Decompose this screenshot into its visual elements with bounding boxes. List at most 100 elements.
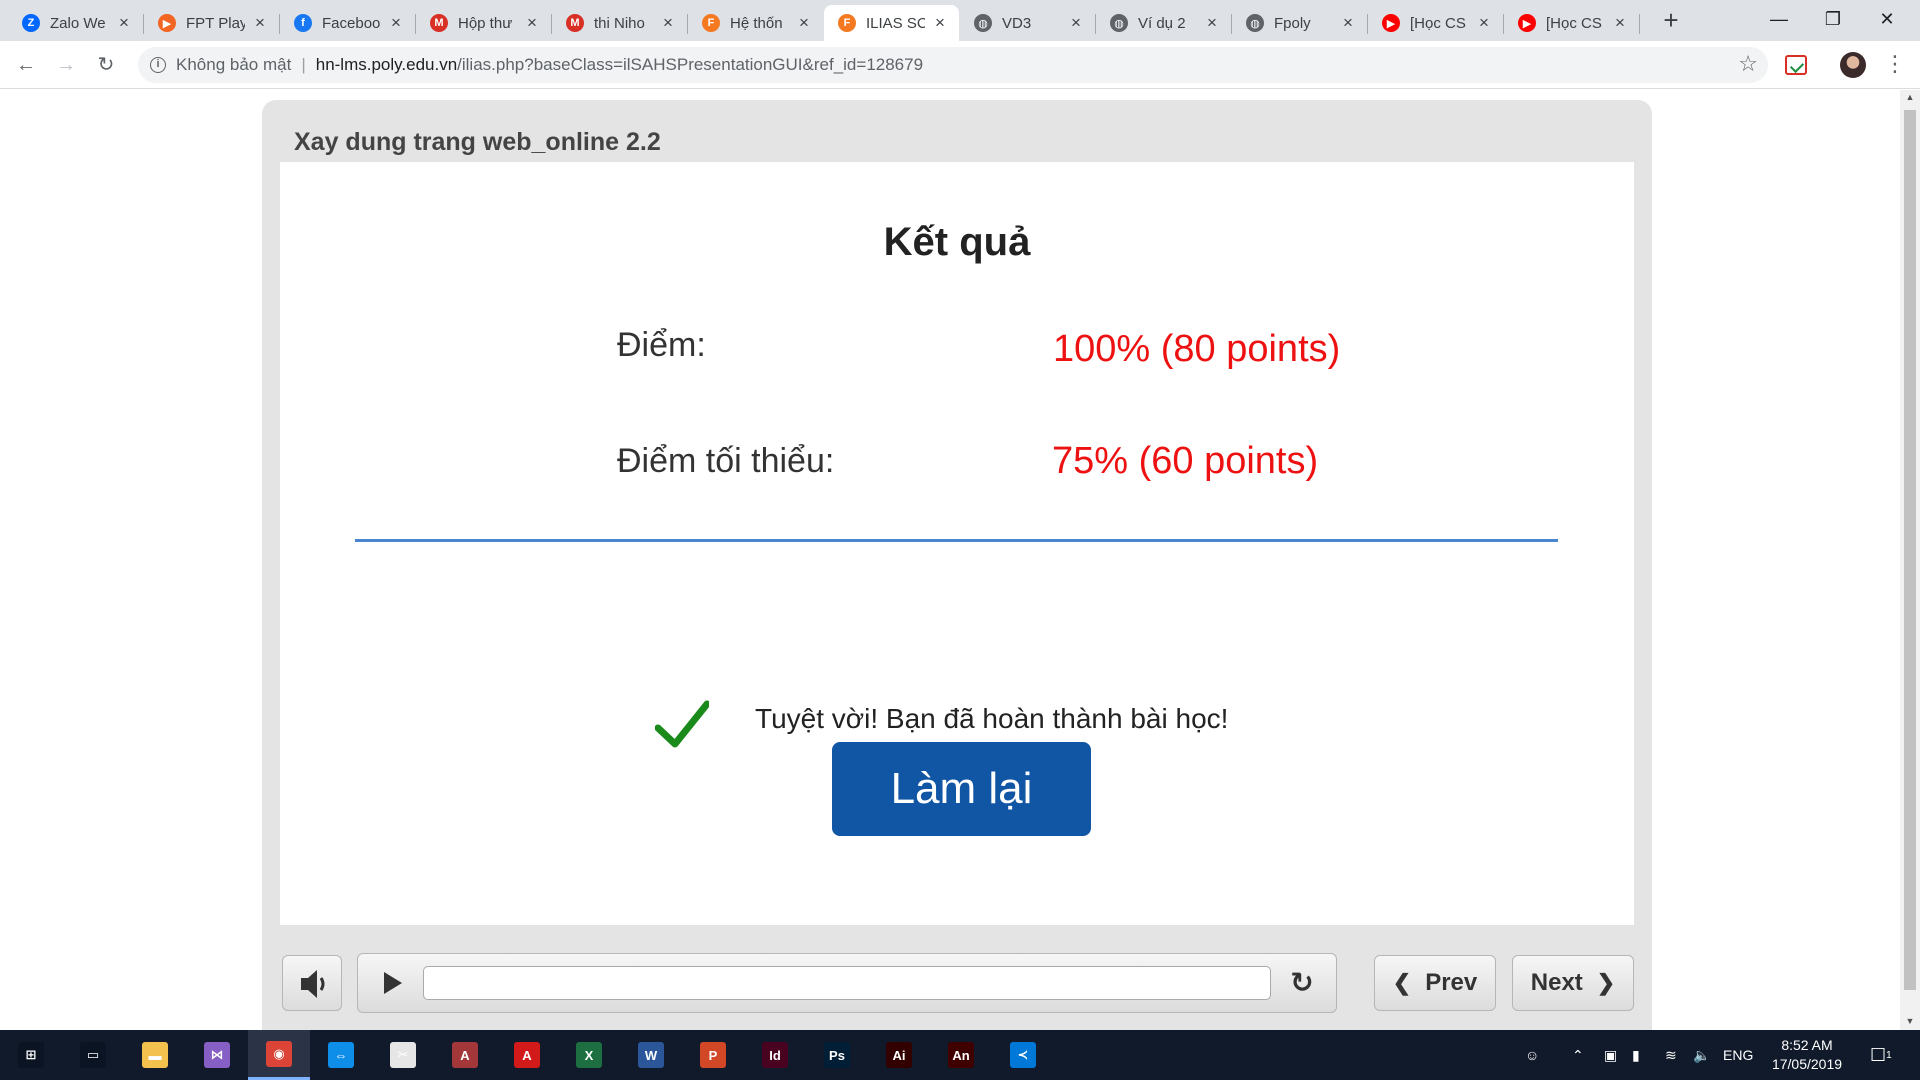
tab-title: Faceboo [322,14,381,32]
tab-close-icon[interactable]: × [251,13,269,33]
browser-tab[interactable]: F ILIAS SC × [824,5,959,41]
browser-tab[interactable]: Z Zalo We × [8,5,143,41]
tab-close-icon[interactable]: × [795,13,813,33]
bookmark-star-icon[interactable]: ☆ [1738,51,1758,77]
language-indicator[interactable]: ENG [1723,1030,1753,1080]
browser-tab[interactable]: f Faceboo × [280,5,415,41]
browser-tab[interactable]: ◍ VD3 × [960,5,1095,41]
browser-tab[interactable]: ▶ [Học CS × [1368,5,1503,41]
browser-tab[interactable]: ▶ [Học CS × [1504,5,1639,41]
file-explorer-icon: ▬ [142,1042,168,1068]
score-value: 100% (80 points) [1053,328,1341,370]
tray-app-icon[interactable]: ▣ [1604,1030,1617,1080]
taskbar-item[interactable]: A [496,1030,558,1080]
taskbar-item[interactable]: ⊞ [0,1030,62,1080]
browser-tab[interactable]: ◍ Fpoly × [1232,5,1367,41]
taskbar-item[interactable]: Ps [806,1030,868,1080]
minimize-button[interactable]: — [1756,0,1802,40]
tray-chevron-icon[interactable]: ⌃ [1572,1030,1584,1080]
chevron-left-icon: ❮ [1392,970,1412,995]
acrobat-icon: A [514,1042,540,1068]
tab-close-icon[interactable]: × [1475,13,1493,33]
browser-tab[interactable]: ◍ Ví dụ 2 × [1096,5,1231,41]
menu-kebab-icon[interactable]: ⋮ [1884,51,1906,77]
browser-tab[interactable]: ▶ FPT Play × [144,5,279,41]
scrollbar-thumb[interactable] [1904,110,1916,990]
tab-close-icon[interactable]: × [387,13,405,33]
scroll-up-icon[interactable]: ▲ [1900,92,1920,102]
fpt-play-icon: ▶ [158,14,176,32]
chevron-right-icon: ❯ [1596,970,1616,995]
browser-tab[interactable]: F Hệ thốn × [688,5,823,41]
tab-title: ILIAS SC [866,14,925,32]
snipping-tool-icon: ✂ [390,1042,416,1068]
progress-bar[interactable] [423,966,1271,1000]
tab-close-icon[interactable]: × [659,13,677,33]
notification-icon[interactable]: ☐ 1 [1870,1030,1892,1080]
scroll-down-icon[interactable]: ▼ [1900,1016,1920,1026]
tab-close-icon[interactable]: × [1339,13,1357,33]
taskbar-item[interactable]: W [620,1030,682,1080]
powerpoint-icon: P [700,1042,726,1068]
prev-button[interactable]: ❮ Prev [1374,955,1496,1011]
taskbar-item[interactable]: ⋈ [186,1030,248,1080]
tab-title: [Học CS [1546,14,1602,32]
tab-title: thi Niho [594,14,645,32]
profile-avatar[interactable] [1840,52,1866,78]
min-score-label: Điểm tối thiểu: [617,442,835,480]
taskbar-item[interactable]: ⇔ [310,1030,372,1080]
taskbar-item[interactable]: ✂ [372,1030,434,1080]
retry-button[interactable]: Làm lại [832,742,1091,836]
taskbar-item[interactable]: A [434,1030,496,1080]
close-window-button[interactable]: ✕ [1864,0,1910,40]
reload-icon[interactable]: ↻ [90,49,122,81]
player-title: Xay dung trang web_online 2.2 [294,128,661,156]
windows-taskbar: ⊞ ▭ ▬ ⋈ ◉ ⇔ ✂ A A X W P Id Ps Ai An ≺ ☺ ⌃ ▣ ▮ ≋ 🔈 ENG 8:… [0,1030,1920,1080]
browser-tab[interactable]: M Hộp thư × [416,5,551,41]
tab-title: Fpoly [1274,14,1311,32]
next-button[interactable]: Next ❯ [1512,955,1634,1011]
taskbar-item[interactable]: P [682,1030,744,1080]
tab-separator [1639,14,1640,34]
vscode-icon: ≺ [1010,1042,1036,1068]
tab-close-icon[interactable]: × [115,13,133,33]
taskbar-item[interactable]: ▭ [62,1030,124,1080]
clock-date: 17/05/2019 [1771,1056,1843,1072]
taskbar-item[interactable]: X [558,1030,620,1080]
replay-icon[interactable]: ↻ [1286,968,1318,1000]
volume-tray-icon[interactable]: 🔈 [1693,1030,1710,1080]
new-tab-button[interactable]: + [1656,6,1686,36]
battery-icon[interactable]: ▮ [1632,1030,1640,1080]
clock[interactable]: 8:52 AM 17/05/2019 [1762,1036,1852,1074]
back-arrow-icon[interactable]: ← [10,49,42,81]
info-icon[interactable]: i [150,57,166,73]
tab-title: VD3 [1002,14,1032,32]
extension-icon[interactable] [1785,55,1807,75]
browser-tab[interactable]: Mthi Niho × [552,5,687,41]
page-scrollbar[interactable]: ▲ ▼ [1900,90,1920,1030]
wifi-icon[interactable]: ≋ [1665,1030,1677,1080]
maximize-button[interactable]: ❐ [1810,0,1856,40]
illustrator-icon: Ai [886,1042,912,1068]
taskbar-item[interactable]: An [930,1030,992,1080]
address-bar[interactable]: i Không bảo mật | hn-lms.poly.edu.vn/ili… [138,47,1768,83]
tab-close-icon[interactable]: × [1067,13,1085,33]
forward-arrow-icon[interactable]: → [50,49,82,81]
speaker-icon [301,970,325,998]
play-icon[interactable] [384,972,402,994]
taskbar-item[interactable]: ≺ [992,1030,1054,1080]
volume-button[interactable] [282,955,342,1011]
people-icon[interactable]: ☺ [1525,1030,1539,1080]
prev-label: Prev [1425,969,1478,996]
tab-close-icon[interactable]: × [1203,13,1221,33]
taskbar-item[interactable]: ◉ [248,1030,310,1080]
tab-close-icon[interactable]: × [523,13,541,33]
url-path: /ilias.php?baseClass=ilSAHSPresentationG… [457,55,924,74]
taskbar-item[interactable]: ▬ [124,1030,186,1080]
url-host: hn-lms.poly.edu.vn [315,55,458,74]
taskbar-item[interactable]: Ai [868,1030,930,1080]
tab-close-icon[interactable]: × [931,13,949,33]
taskbar-item[interactable]: Id [744,1030,806,1080]
youtube-icon: ▶ [1382,14,1400,32]
tab-close-icon[interactable]: × [1611,13,1629,33]
